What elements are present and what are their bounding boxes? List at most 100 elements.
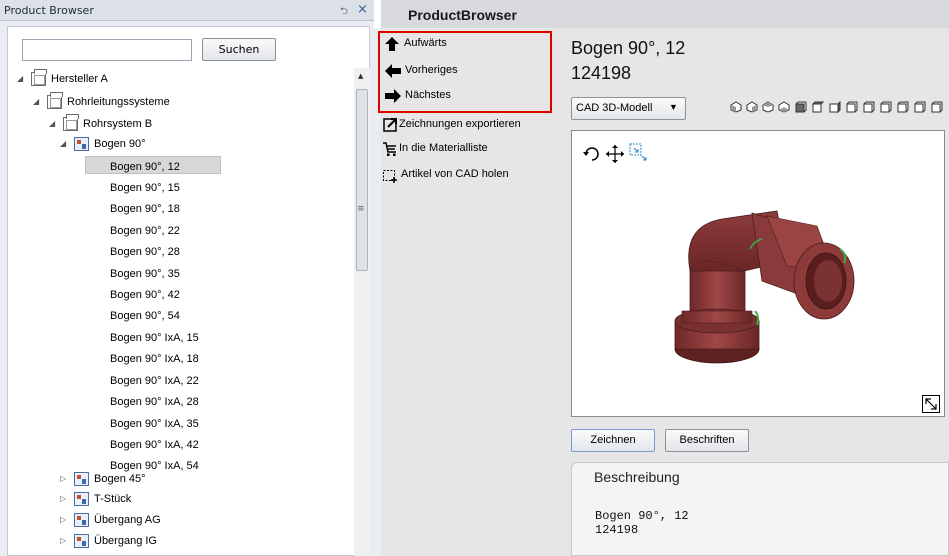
tree-item[interactable]: Bogen 90°, 22 <box>110 221 180 239</box>
expanded-icon[interactable]: ◢ <box>17 70 27 88</box>
previous-label: Vorheriges <box>405 64 458 76</box>
tree-node-label: T-Stück <box>94 493 132 505</box>
close-icon[interactable]: × <box>357 2 368 17</box>
next-button[interactable]: Nächstes <box>384 88 534 106</box>
collapsed-icon[interactable]: ▷ <box>60 532 70 550</box>
expanded-icon[interactable]: ◢ <box>49 115 59 133</box>
tree-node-label: Hersteller A <box>51 73 108 85</box>
tree-node-category-collapsed[interactable]: ▷ Bogen 45° <box>60 470 260 488</box>
tree-item[interactable]: Bogen 90°, 54 <box>110 306 180 324</box>
view-top-icon[interactable] <box>829 101 841 113</box>
tree-node-system-group[interactable]: ◢ Rohrleitungssysteme <box>33 92 233 111</box>
collapsed-icon[interactable]: ▷ <box>60 490 70 508</box>
expanded-icon[interactable]: ◢ <box>60 135 70 153</box>
collapsed-icon[interactable]: ▷ <box>60 470 70 488</box>
view-iso-4-icon[interactable] <box>778 101 790 113</box>
tree-item[interactable]: Bogen 90°, 42 <box>110 285 180 303</box>
pan-icon[interactable] <box>605 144 625 164</box>
panel-title: Product Browser <box>4 4 94 17</box>
tree-scrollbar[interactable]: ▲ ≡ <box>354 68 370 556</box>
search-button[interactable]: Suchen <box>202 38 276 61</box>
expanded-icon[interactable]: ◢ <box>33 93 43 111</box>
cad-label: Artikel von CAD holen <box>401 168 509 180</box>
collapsed-icon[interactable]: ▷ <box>60 511 70 529</box>
get-item-from-cad-button[interactable]: Artikel von CAD holen <box>382 167 542 185</box>
part-category-icon <box>74 137 89 151</box>
part-category-icon <box>74 472 89 486</box>
view-iso-3-icon[interactable] <box>762 101 774 113</box>
scroll-up-icon[interactable]: ▲ <box>358 72 363 80</box>
tree-item[interactable]: Bogen 90° IxA, 42 <box>110 435 199 453</box>
product-title: Bogen 90°, 12 <box>571 38 686 58</box>
arrow-left-icon <box>385 64 401 78</box>
search-input[interactable] <box>22 39 192 61</box>
view-left-icon[interactable] <box>863 101 875 113</box>
tree-item-label: Bogen 90°, 12 <box>110 161 180 173</box>
dropdown-arrow-icon: ▼ <box>669 102 678 112</box>
tree-item-label: Bogen 90° IxA, 28 <box>110 396 199 408</box>
folder-icon <box>47 92 63 109</box>
draw-button[interactable]: Zeichnen <box>571 429 655 452</box>
tree-item[interactable]: Bogen 90° IxA, 18 <box>110 349 199 367</box>
pin-icon[interactable]: ⮌ <box>340 4 348 21</box>
tree-item-selected[interactable]: Bogen 90°, 12 <box>85 156 221 174</box>
next-label: Nächstes <box>405 89 451 101</box>
tree-item[interactable]: Bogen 90°, 15 <box>110 178 180 196</box>
tree-item[interactable]: Bogen 90° IxA, 28 <box>110 392 199 410</box>
tree-node-manufacturer[interactable]: ◢ Hersteller A <box>17 69 217 88</box>
view-back-icon[interactable] <box>812 101 824 113</box>
annotate-button[interactable]: Beschriften <box>665 429 749 452</box>
view-iso-1-icon[interactable] <box>730 101 742 113</box>
tree-item-label: Bogen 90°, 42 <box>110 289 180 301</box>
view-bottom-icon[interactable] <box>846 101 858 113</box>
view-extra-1-icon[interactable] <box>897 101 909 113</box>
view-front-icon[interactable] <box>795 101 807 113</box>
scrollbar-thumb[interactable] <box>356 89 368 271</box>
tree-node-label: Übergang AG <box>94 514 161 526</box>
tree-node-label: Rohrleitungssysteme <box>67 96 170 108</box>
tree-node-system[interactable]: ◢ Rohrsystem B <box>49 114 249 133</box>
scroll-grip-icon: ≡ <box>357 204 365 214</box>
add-to-material-list-button[interactable]: In die Materialliste <box>382 141 542 159</box>
up-button[interactable]: Aufwärts <box>384 36 534 54</box>
tree-item[interactable]: Bogen 90°, 28 <box>110 242 180 260</box>
tree-node-label: Bogen 90° <box>94 138 146 150</box>
part-category-icon <box>74 534 89 548</box>
tree-node-category-expanded[interactable]: ◢ Bogen 90° <box>60 135 260 153</box>
folder-icon <box>63 114 79 131</box>
view-right-icon[interactable] <box>880 101 892 113</box>
export-label: Zeichnungen exportieren <box>399 118 521 130</box>
tree-item-label: Bogen 90°, 15 <box>110 182 180 194</box>
tree-node-category-collapsed[interactable]: ▷ Übergang AG <box>60 511 260 529</box>
tree-item-label: Bogen 90°, 54 <box>110 310 180 322</box>
cart-icon <box>383 142 396 156</box>
tree-node-category-collapsed[interactable]: ▷ Übergang IG <box>60 532 260 550</box>
tree-item-label: Bogen 90° IxA, 18 <box>110 353 199 365</box>
export-drawings-button[interactable]: Zeichnungen exportieren <box>382 117 554 135</box>
rotate-icon[interactable] <box>582 145 602 163</box>
export-icon <box>383 118 397 132</box>
part-category-icon <box>74 492 89 506</box>
tree-node-category-collapsed[interactable]: ▷ T-Stück <box>60 490 260 508</box>
description-panel: Beschreibung Bogen 90°, 12 124198 <box>571 462 949 556</box>
model-type-value: CAD 3D-Modell <box>576 102 653 114</box>
cad-select-icon <box>383 170 397 183</box>
up-label: Aufwärts <box>404 37 447 49</box>
tree-item[interactable]: Bogen 90°, 18 <box>110 199 180 217</box>
tree-item-label: Bogen 90° IxA, 15 <box>110 332 199 344</box>
previous-button[interactable]: Vorheriges <box>384 63 534 81</box>
tree-item-label: Bogen 90°, 22 <box>110 225 180 237</box>
tree-item[interactable]: Bogen 90° IxA, 22 <box>110 371 199 389</box>
view-iso-2-icon[interactable] <box>746 101 758 113</box>
view-extra-2-icon[interactable] <box>914 101 926 113</box>
tree-item[interactable]: Bogen 90°, 35 <box>110 264 180 282</box>
panel-title-bar: Product Browser ⮌ × <box>0 0 374 21</box>
fullscreen-icon[interactable] <box>922 395 940 413</box>
view-extra-3-icon[interactable] <box>931 101 943 113</box>
tree-item[interactable]: Bogen 90° IxA, 15 <box>110 328 199 346</box>
zoom-window-icon[interactable] <box>629 143 649 163</box>
tree-item[interactable]: Bogen 90° IxA, 35 <box>110 414 199 432</box>
product-number: 124198 <box>571 63 632 83</box>
3d-model-viewer[interactable] <box>571 130 945 417</box>
model-type-select[interactable]: CAD 3D-Modell ▼ <box>571 97 686 120</box>
